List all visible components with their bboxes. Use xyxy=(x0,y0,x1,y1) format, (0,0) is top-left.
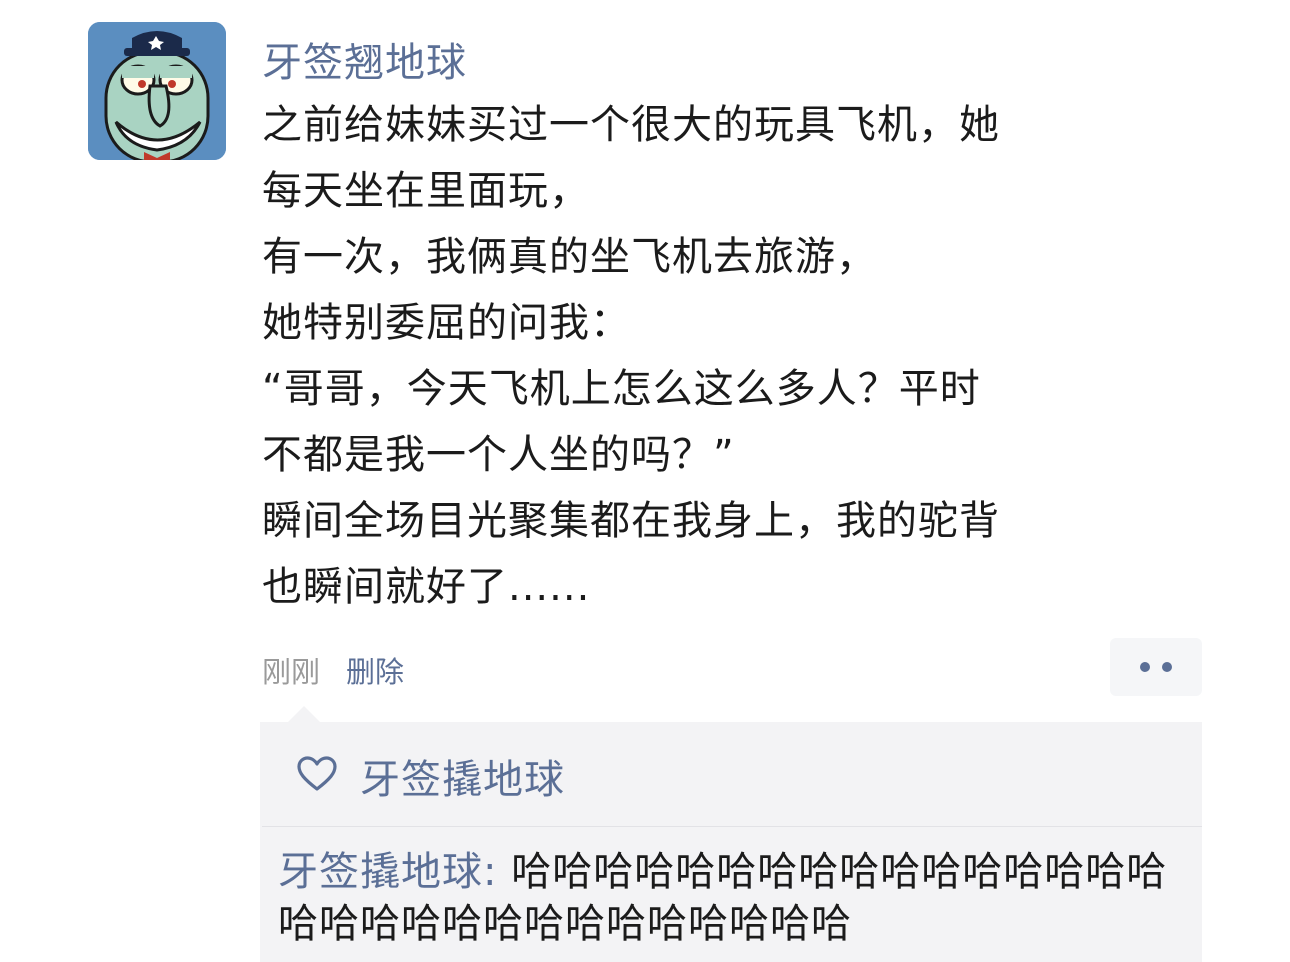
post-text-line: 每天坐在里面玩， xyxy=(262,168,590,214)
post-text-line: 也瞬间就好了...... xyxy=(262,564,591,610)
avatar[interactable] xyxy=(88,22,226,160)
post-text-line: 不都是我一个人坐的吗？” xyxy=(262,432,735,478)
more-actions-button[interactable] xyxy=(1110,638,1202,696)
like-user-name[interactable]: 牙签撬地球 xyxy=(360,747,565,805)
post-timestamp: 刚刚 xyxy=(262,655,321,689)
post-content: 之前给妹妹买过一个很大的玩具飞机，她 每天坐在里面玩， 有一次，我俩真的坐飞机去… xyxy=(262,92,1142,620)
likes-row: 牙签撬地球 xyxy=(296,747,565,805)
comment-item[interactable]: 牙签撬地球: 哈哈哈哈哈哈哈哈哈哈哈哈哈哈哈哈哈哈哈哈哈哈哈哈哈哈哈哈哈哈 xyxy=(278,846,1190,950)
post-text-line: 之前给妹妹买过一个很大的玩具飞机，她 xyxy=(262,102,1000,148)
post-text-line: 瞬间全场目光聚集都在我身上，我的驼背 xyxy=(262,498,1000,544)
post-text-line: 她特别委屈的问我： xyxy=(262,300,631,346)
heart-outline-icon xyxy=(296,755,338,797)
post-author-name[interactable]: 牙签翘地球 xyxy=(262,30,467,88)
post-text-line: 有一次，我俩真的坐飞机去旅游， xyxy=(262,234,877,280)
divider xyxy=(262,826,1202,827)
post-text-line: “哥哥，今天飞机上怎么这么多人？平时 xyxy=(262,366,981,412)
comment-area-pointer xyxy=(288,706,320,722)
squidward-avatar-image xyxy=(88,22,226,160)
post-meta: 刚刚 删除 xyxy=(262,648,404,692)
delete-button[interactable]: 删除 xyxy=(346,649,404,691)
comment-separator: : xyxy=(483,849,512,895)
comment-author[interactable]: 牙签撬地球 xyxy=(278,849,483,895)
